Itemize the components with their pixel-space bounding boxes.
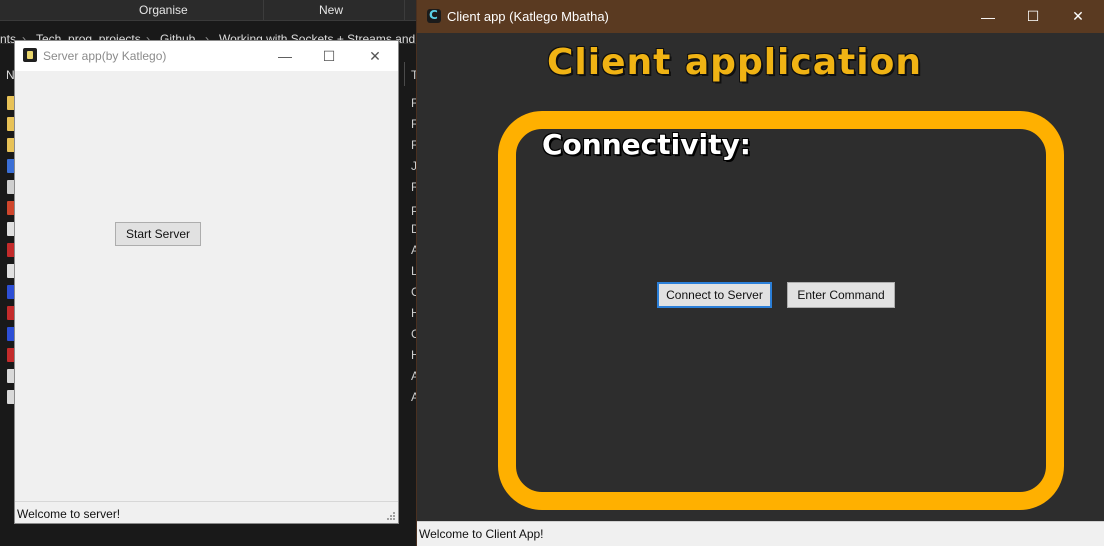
close-button[interactable]: ✕ xyxy=(352,41,398,71)
grip-dot xyxy=(387,518,389,520)
minimize-icon: — xyxy=(278,48,292,64)
server-statusbar: Welcome to server! xyxy=(15,501,398,523)
connectivity-frame xyxy=(498,111,1064,510)
client-window-title: Client app (Katlego Mbatha) xyxy=(447,9,609,24)
client-app-icon xyxy=(427,8,441,23)
grip-dot xyxy=(390,515,392,517)
organise-menu[interactable]: Organise xyxy=(139,3,188,17)
explorer-ribbon: Organise New xyxy=(0,0,420,21)
client-statusbar: Welcome to Client App! xyxy=(417,521,1104,546)
connectivity-label: Connectivity: xyxy=(542,128,751,161)
close-icon: ✕ xyxy=(1072,8,1084,24)
close-icon: ✕ xyxy=(369,47,381,64)
connect-to-server-button[interactable]: Connect to Server xyxy=(657,282,772,308)
type-column: T F F F J R P D A L C H C H A A xyxy=(404,58,420,418)
maximize-icon: ☐ xyxy=(322,47,336,64)
grip-dot xyxy=(390,518,392,520)
maximize-icon: ☐ xyxy=(1026,8,1040,24)
grip-dot xyxy=(393,515,395,517)
client-heading: Client application xyxy=(547,42,922,83)
server-app-icon xyxy=(23,48,37,62)
column-divider xyxy=(404,62,405,86)
maximize-button[interactable]: ☐ xyxy=(1010,0,1056,33)
grip-dot xyxy=(393,512,395,514)
server-window: Server app(by Katlego) — ☐ ✕ Start Serve… xyxy=(14,40,399,524)
start-server-button[interactable]: Start Server xyxy=(115,222,201,246)
close-button[interactable]: ✕ xyxy=(1055,0,1101,33)
minimize-icon: — xyxy=(981,8,995,25)
client-window: Client app (Katlego Mbatha) — ☐ ✕ Client… xyxy=(416,0,1104,546)
client-titlebar[interactable]: Client app (Katlego Mbatha) — ☐ ✕ xyxy=(417,0,1104,33)
client-status-text: Welcome to Client App! xyxy=(419,527,544,541)
ribbon-divider xyxy=(404,0,405,20)
ribbon-divider xyxy=(263,0,264,20)
server-window-title: Server app(by Katlego) xyxy=(43,49,167,63)
server-status-text: Welcome to server! xyxy=(17,507,121,521)
grip-dot xyxy=(393,518,395,520)
minimize-button[interactable]: — xyxy=(965,0,1011,33)
resize-grip[interactable] xyxy=(387,512,395,520)
maximize-button[interactable]: ☐ xyxy=(306,41,352,71)
enter-command-button[interactable]: Enter Command xyxy=(787,282,895,308)
minimize-button[interactable]: — xyxy=(262,41,308,71)
server-titlebar[interactable]: Server app(by Katlego) — ☐ ✕ xyxy=(15,41,398,71)
new-menu[interactable]: New xyxy=(319,3,343,17)
